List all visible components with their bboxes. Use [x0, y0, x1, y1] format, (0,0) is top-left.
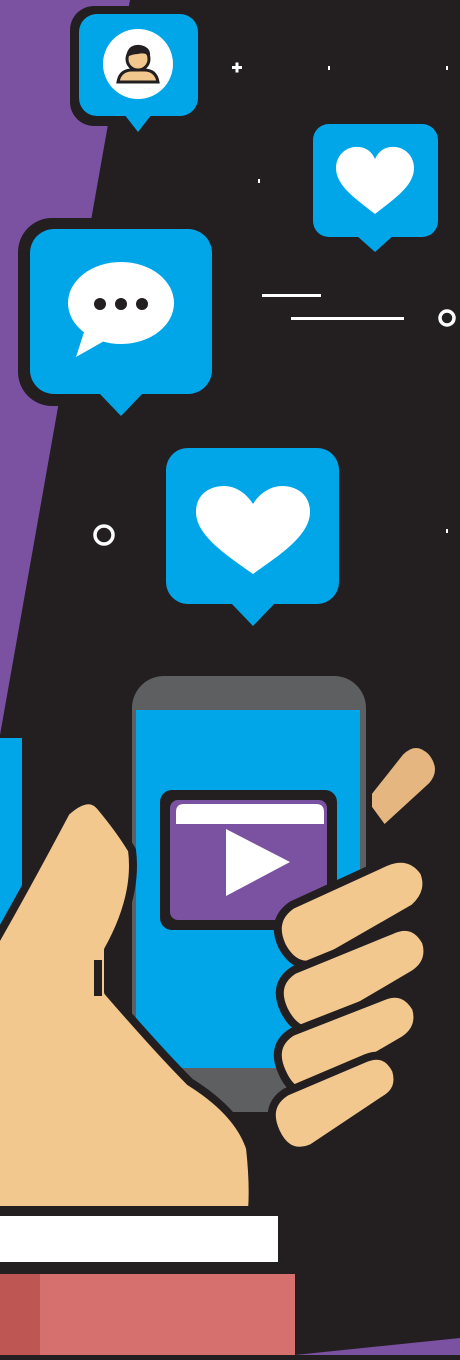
red-banner-bar	[0, 1274, 295, 1355]
social-media-illustration	[0, 0, 460, 1355]
white-banner-bar	[0, 1216, 278, 1262]
profile-bubble	[70, 6, 206, 144]
comment-bubble	[18, 218, 223, 428]
like-bubble-top	[313, 124, 438, 252]
like-bubble-center	[166, 448, 339, 626]
user-avatar-icon	[103, 29, 173, 99]
